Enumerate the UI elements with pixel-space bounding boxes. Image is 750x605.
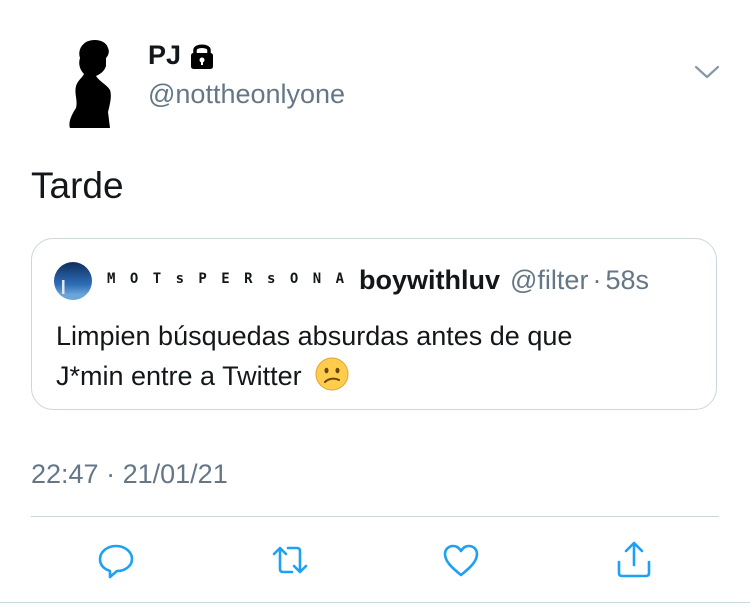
quoted-handle: @filter [510,265,589,295]
author-handle[interactable]: @nottheonlyone [148,79,345,110]
tweet-meta-separator: · [106,459,116,489]
quoted-author-avatar [54,262,92,300]
quoted-separator: · [592,265,602,295]
quoted-tweet-header: M O T s P E R s O N A boywithluv @filter… [107,265,649,296]
quoted-display-name: M O T s P E R s O N A [107,271,348,287]
author-display-name[interactable]: PJ [148,40,181,71]
share-button[interactable] [614,540,654,580]
retweet-button[interactable] [270,540,310,580]
author-avatar[interactable] [66,38,130,128]
divider [31,516,719,517]
author-name-row: PJ [148,40,215,71]
confused-face-emoji-icon [315,357,349,391]
tweet-date: 21/01/21 [122,459,228,489]
quoted-text-line-2: J*min entre a Twitter [56,361,302,391]
landscape-avatar-icon [54,262,92,300]
reply-button[interactable] [96,540,136,580]
quoted-tweet-card[interactable]: M O T s P E R s O N A boywithluv @filter… [31,238,717,410]
quoted-text-line-1: Limpien búsquedas absurdas antes de que [56,321,573,351]
tweet-timestamp[interactable]: 22:47 · 21/01/21 [31,459,228,490]
reply-icon [98,544,134,579]
retweet-icon [272,546,308,574]
silhouette-avatar-icon [69,40,111,128]
lock-icon [191,44,214,69]
bottom-divider [0,602,750,603]
like-button[interactable] [441,540,481,580]
quoted-tweet-text: Limpien búsquedas absurdas antes de que … [56,316,696,396]
like-icon [443,544,479,577]
share-icon [617,541,651,578]
quoted-username: boywithluv [359,265,501,295]
quoted-time: 58s [605,265,649,295]
tweet-time: 22:47 [31,459,99,489]
tweet-text: Tarde [31,165,124,206]
chevron-down-icon[interactable] [694,64,720,80]
